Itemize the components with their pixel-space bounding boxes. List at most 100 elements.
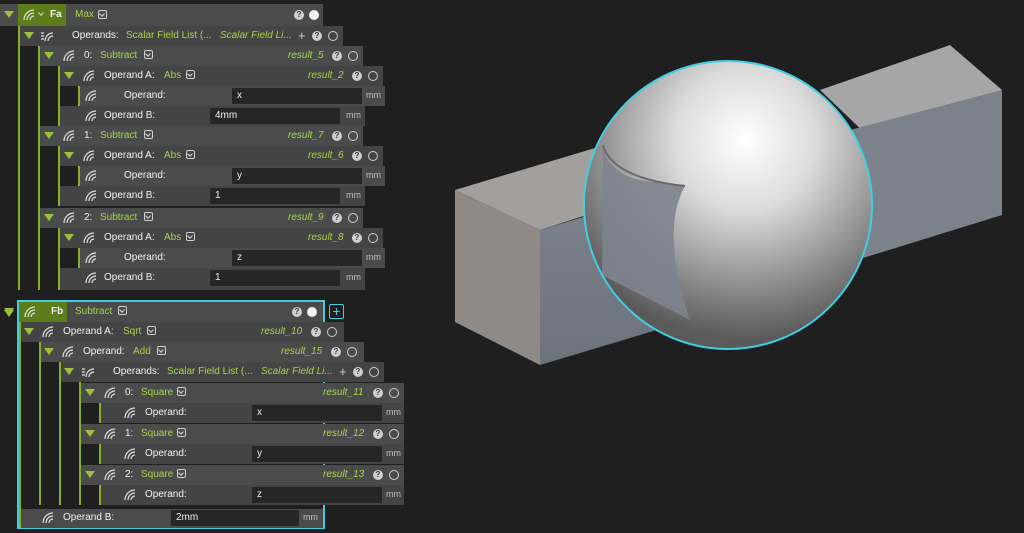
- visibility-dot-icon[interactable]: [309, 10, 319, 20]
- expand-triangle-icon[interactable]: [85, 389, 95, 396]
- op-dropdown-icon[interactable]: [118, 306, 127, 315]
- fa-item-0[interactable]: 0: Subtract result_5 ?: [40, 46, 363, 66]
- help-icon[interactable]: ?: [331, 347, 341, 357]
- visibility-ring-icon[interactable]: [389, 470, 399, 480]
- fa-item-2-operand-a[interactable]: Operand A: Abs result_8 ?: [60, 228, 383, 248]
- visibility-ring-icon[interactable]: [368, 151, 378, 161]
- expand-triangle-icon[interactable]: [44, 52, 54, 59]
- help-icon[interactable]: ?: [353, 367, 363, 377]
- help-icon[interactable]: ?: [332, 131, 342, 141]
- operand-input[interactable]: x: [252, 405, 382, 421]
- visibility-ring-icon[interactable]: [328, 31, 338, 41]
- expand-triangle-icon[interactable]: [64, 72, 74, 79]
- add-node-button[interactable]: +: [329, 304, 344, 319]
- expand-triangle-icon[interactable]: [44, 132, 54, 139]
- help-icon[interactable]: ?: [352, 71, 362, 81]
- item-op[interactable]: Square: [141, 428, 173, 439]
- visibility-ring-icon[interactable]: [347, 347, 357, 357]
- operand-a-op[interactable]: Abs: [164, 150, 181, 161]
- item-op[interactable]: Subtract: [100, 212, 137, 223]
- expand-triangle-icon[interactable]: [64, 234, 74, 241]
- op-dropdown-icon[interactable]: [157, 346, 166, 355]
- fb-operand-a[interactable]: Operand A: Sqrt result_10 ?: [21, 322, 344, 342]
- op-dropdown-icon[interactable]: [147, 326, 156, 335]
- viewport-3d[interactable]: [410, 0, 1024, 533]
- help-icon[interactable]: ?: [352, 233, 362, 243]
- operand-input[interactable]: z: [252, 487, 382, 503]
- fa-operands-row[interactable]: Operands: Scalar Field List (... Scalar …: [20, 26, 343, 46]
- help-icon[interactable]: ?: [352, 151, 362, 161]
- fa-item-2[interactable]: 2: Subtract result_9 ?: [40, 208, 363, 228]
- visibility-ring-icon[interactable]: [369, 367, 379, 377]
- help-icon[interactable]: ?: [292, 307, 302, 317]
- expand-triangle-icon[interactable]: [4, 310, 14, 317]
- help-icon[interactable]: ?: [373, 388, 383, 398]
- op-dropdown-icon[interactable]: [186, 70, 195, 79]
- fb-item-0[interactable]: 0: Square result_11 ?: [81, 383, 404, 403]
- help-icon[interactable]: ?: [332, 51, 342, 61]
- op-dropdown-icon[interactable]: [177, 428, 186, 437]
- visibility-ring-icon[interactable]: [348, 213, 358, 223]
- operand-op[interactable]: Add: [133, 346, 151, 357]
- item-op[interactable]: Square: [141, 469, 173, 480]
- visibility-ring-icon[interactable]: [348, 51, 358, 61]
- visibility-ring-icon[interactable]: [389, 429, 399, 439]
- fb-item-2[interactable]: 2: Square result_13 ?: [81, 465, 404, 485]
- fa-item-1-operand-a[interactable]: Operand A: Abs result_6 ?: [60, 146, 383, 166]
- help-icon[interactable]: ?: [294, 10, 304, 20]
- op-dropdown-icon[interactable]: [186, 232, 195, 241]
- node-fa-header[interactable]: Fa Max ?: [0, 4, 323, 26]
- item-op[interactable]: Subtract: [100, 50, 137, 61]
- op-dropdown-icon[interactable]: [177, 469, 186, 478]
- node-fb-header[interactable]: Fb Subtract ?: [4, 302, 323, 322]
- help-icon[interactable]: ?: [311, 327, 321, 337]
- add-operand-icon[interactable]: +: [298, 28, 306, 43]
- operand-b-input[interactable]: 2mm: [171, 510, 299, 526]
- visibility-ring-icon[interactable]: [389, 388, 399, 398]
- operand-input[interactable]: y: [232, 168, 362, 184]
- help-icon[interactable]: ?: [332, 213, 342, 223]
- expand-triangle-icon[interactable]: [64, 368, 74, 375]
- expand-triangle-icon[interactable]: [24, 328, 34, 335]
- fb-item-1[interactable]: 1: Square result_12 ?: [81, 424, 404, 444]
- operand-b-input[interactable]: 1: [210, 270, 340, 286]
- node-fa-op[interactable]: Max: [75, 9, 94, 20]
- expand-triangle-icon[interactable]: [44, 348, 54, 355]
- operand-input[interactable]: x: [232, 88, 362, 104]
- fb-add-operand[interactable]: Operand: Add result_15 ?: [41, 342, 364, 362]
- operand-a-op[interactable]: Sqrt: [123, 326, 141, 337]
- add-operand-icon[interactable]: +: [339, 364, 347, 379]
- operand-b-input[interactable]: 1: [210, 188, 340, 204]
- operand-a-op[interactable]: Abs: [164, 70, 181, 81]
- visibility-ring-icon[interactable]: [348, 131, 358, 141]
- help-icon[interactable]: ?: [373, 429, 383, 439]
- operand-input[interactable]: y: [252, 446, 382, 462]
- expand-triangle-icon[interactable]: [64, 152, 74, 159]
- help-icon[interactable]: ?: [373, 470, 383, 480]
- visibility-ring-icon[interactable]: [368, 233, 378, 243]
- node-fb-op[interactable]: Subtract: [75, 306, 112, 317]
- op-dropdown-icon[interactable]: [144, 130, 153, 139]
- op-dropdown-icon[interactable]: [98, 10, 107, 19]
- op-dropdown-icon[interactable]: [186, 150, 195, 159]
- op-dropdown-icon[interactable]: [177, 387, 186, 396]
- visibility-ring-icon[interactable]: [368, 71, 378, 81]
- fa-item-0-operand-a[interactable]: Operand A: Abs result_2 ?: [60, 66, 383, 86]
- item-op[interactable]: Subtract: [100, 130, 137, 141]
- op-dropdown-icon[interactable]: [144, 212, 153, 221]
- help-icon[interactable]: ?: [312, 31, 322, 41]
- fb-operands-row[interactable]: Operands: Scalar Field List (... Scalar …: [61, 362, 384, 382]
- operand-input[interactable]: z: [232, 250, 362, 266]
- visibility-dot-icon[interactable]: [307, 307, 317, 317]
- operand-a-op[interactable]: Abs: [164, 232, 181, 243]
- expand-triangle-icon[interactable]: [24, 32, 34, 39]
- visibility-ring-icon[interactable]: [327, 327, 337, 337]
- expand-triangle-icon[interactable]: [44, 214, 54, 221]
- expand-triangle-icon[interactable]: [85, 471, 95, 478]
- expand-triangle-icon[interactable]: [4, 11, 14, 18]
- op-dropdown-icon[interactable]: [144, 50, 153, 59]
- dropdown-chevron-icon[interactable]: [38, 10, 47, 19]
- item-op[interactable]: Square: [141, 387, 173, 398]
- fa-item-1[interactable]: 1: Subtract result_7 ?: [40, 126, 363, 146]
- expand-triangle-icon[interactable]: [85, 430, 95, 437]
